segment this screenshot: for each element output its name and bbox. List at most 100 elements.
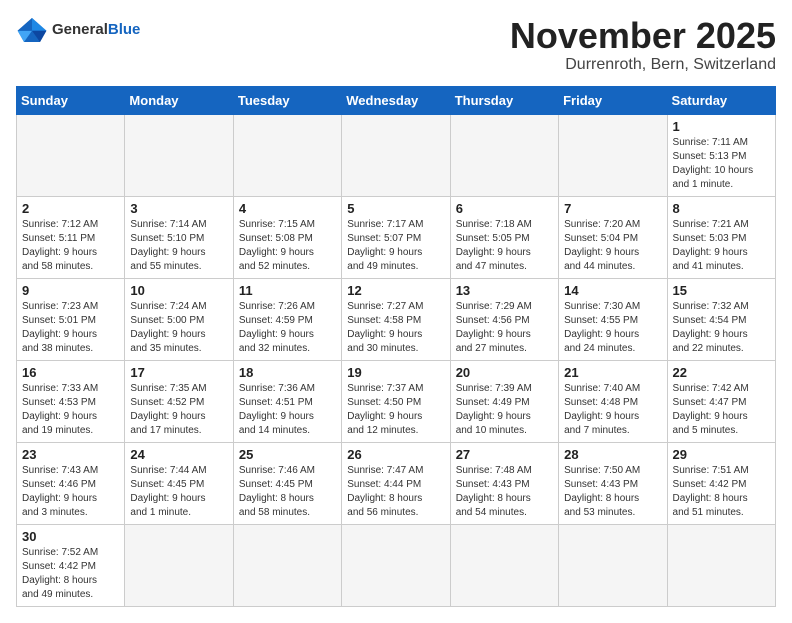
table-row: 9 Sunrise: 7:23 AMSunset: 5:01 PMDaylight… bbox=[17, 278, 125, 360]
table-row bbox=[559, 524, 667, 606]
day-number: 21 bbox=[564, 365, 661, 380]
day-info: Sunrise: 7:27 AMSunset: 4:58 PMDaylight:… bbox=[347, 300, 444, 356]
day-number: 27 bbox=[456, 447, 553, 462]
day-info: Sunrise: 7:50 AMSunset: 4:43 PMDaylight:… bbox=[564, 464, 661, 520]
table-row: 17 Sunrise: 7:35 AMSunset: 4:52 PMDayligh… bbox=[125, 360, 233, 442]
table-row bbox=[342, 114, 450, 196]
table-row: 16Sunrise: 7:33 AMSunset: 4:53 PMDayligh… bbox=[17, 360, 125, 442]
day-number: 23 bbox=[22, 447, 119, 462]
day-number: 24 bbox=[130, 447, 227, 462]
calendar-row: 1Sunrise: 7:11 AMSunset: 5:13 PMDaylight… bbox=[17, 114, 776, 196]
table-row: 3 Sunrise: 7:14 AMSunset: 5:10 PMDaylight… bbox=[125, 196, 233, 278]
day-number: 22 bbox=[673, 365, 770, 380]
day-info: Sunrise: 7:46 AMSunset: 4:45 PMDaylight:… bbox=[239, 464, 336, 520]
table-row: 22Sunrise: 7:42 AMSunset: 4:47 PMDayligh… bbox=[667, 360, 775, 442]
calendar-row: 30 Sunrise: 7:52 AMSunset: 4:42 PMDayligh… bbox=[17, 524, 776, 606]
table-row: 15 Sunrise: 7:32 AMSunset: 4:54 PMDayligh… bbox=[667, 278, 775, 360]
day-info: Sunrise: 7:51 AMSunset: 4:42 PMDaylight:… bbox=[673, 464, 770, 520]
table-row: 10Sunrise: 7:24 AMSunset: 5:00 PMDayligh… bbox=[125, 278, 233, 360]
table-row: 8 Sunrise: 7:21 AMSunset: 5:03 PMDaylight… bbox=[667, 196, 775, 278]
day-number: 19 bbox=[347, 365, 444, 380]
table-row: 2 Sunrise: 7:12 AMSunset: 5:11 PMDaylight… bbox=[17, 196, 125, 278]
day-number: 17 bbox=[130, 365, 227, 380]
table-row: 25 Sunrise: 7:46 AMSunset: 4:45 PMDayligh… bbox=[233, 442, 341, 524]
header-sunday: Sunday bbox=[17, 86, 125, 114]
logo: GeneralBlue bbox=[16, 16, 140, 44]
day-number: 13 bbox=[456, 283, 553, 298]
day-info: Sunrise: 7:18 AMSunset: 5:05 PMDaylight:… bbox=[456, 218, 553, 274]
day-info: Sunrise: 7:39 AMSunset: 4:49 PMDaylight:… bbox=[456, 382, 553, 438]
day-info: Sunrise: 7:35 AMSunset: 4:52 PMDaylight:… bbox=[130, 382, 227, 438]
day-info: Sunrise: 7:52 AMSunset: 4:42 PMDaylight:… bbox=[22, 546, 119, 602]
table-row bbox=[233, 114, 341, 196]
day-info: Sunrise: 7:36 AMSunset: 4:51 PMDaylight:… bbox=[239, 382, 336, 438]
table-row bbox=[233, 524, 341, 606]
day-info: Sunrise: 7:29 AMSunset: 4:56 PMDaylight:… bbox=[456, 300, 553, 356]
day-info: Sunrise: 7:40 AMSunset: 4:48 PMDaylight:… bbox=[564, 382, 661, 438]
day-number: 10 bbox=[130, 283, 227, 298]
day-info: Sunrise: 7:32 AMSunset: 4:54 PMDaylight:… bbox=[673, 300, 770, 356]
day-number: 20 bbox=[456, 365, 553, 380]
day-info: Sunrise: 7:26 AMSunset: 4:59 PMDaylight:… bbox=[239, 300, 336, 356]
day-info: Sunrise: 7:14 AMSunset: 5:10 PMDaylight:… bbox=[130, 218, 227, 274]
day-info: Sunrise: 7:47 AMSunset: 4:44 PMDaylight:… bbox=[347, 464, 444, 520]
calendar-row: 2 Sunrise: 7:12 AMSunset: 5:11 PMDaylight… bbox=[17, 196, 776, 278]
day-number: 3 bbox=[130, 201, 227, 216]
location-title: Durrenroth, Bern, Switzerland bbox=[510, 56, 776, 74]
title-section: November 2025 Durrenroth, Bern, Switzerl… bbox=[510, 16, 776, 74]
table-row bbox=[125, 114, 233, 196]
day-number: 7 bbox=[564, 201, 661, 216]
day-info: Sunrise: 7:23 AMSunset: 5:01 PMDaylight:… bbox=[22, 300, 119, 356]
day-number: 30 bbox=[22, 529, 119, 544]
table-row: 5Sunrise: 7:17 AMSunset: 5:07 PMDaylight… bbox=[342, 196, 450, 278]
header-thursday: Thursday bbox=[450, 86, 558, 114]
table-row: 30 Sunrise: 7:52 AMSunset: 4:42 PMDayligh… bbox=[17, 524, 125, 606]
table-row: 24Sunrise: 7:44 AMSunset: 4:45 PMDayligh… bbox=[125, 442, 233, 524]
table-row: 12Sunrise: 7:27 AMSunset: 4:58 PMDayligh… bbox=[342, 278, 450, 360]
table-row bbox=[450, 524, 558, 606]
logo-icon bbox=[16, 16, 48, 44]
day-number: 9 bbox=[22, 283, 119, 298]
calendar-table: Sunday Monday Tuesday Wednesday Thursday… bbox=[16, 86, 776, 607]
day-info: Sunrise: 7:37 AMSunset: 4:50 PMDaylight:… bbox=[347, 382, 444, 438]
table-row: 7Sunrise: 7:20 AMSunset: 5:04 PMDaylight… bbox=[559, 196, 667, 278]
day-info: Sunrise: 7:21 AMSunset: 5:03 PMDaylight:… bbox=[673, 218, 770, 274]
weekday-header-row: Sunday Monday Tuesday Wednesday Thursday… bbox=[17, 86, 776, 114]
table-row: 19 Sunrise: 7:37 AMSunset: 4:50 PMDayligh… bbox=[342, 360, 450, 442]
table-row: 29 Sunrise: 7:51 AMSunset: 4:42 PMDayligh… bbox=[667, 442, 775, 524]
logo-text: GeneralBlue bbox=[52, 22, 140, 39]
day-info: Sunrise: 7:30 AMSunset: 4:55 PMDaylight:… bbox=[564, 300, 661, 356]
day-info: Sunrise: 7:12 AMSunset: 5:11 PMDaylight:… bbox=[22, 218, 119, 274]
month-title: November 2025 bbox=[510, 16, 776, 56]
day-info: Sunrise: 7:48 AMSunset: 4:43 PMDaylight:… bbox=[456, 464, 553, 520]
table-row: 18 Sunrise: 7:36 AMSunset: 4:51 PMDayligh… bbox=[233, 360, 341, 442]
table-row: 13 Sunrise: 7:29 AMSunset: 4:56 PMDayligh… bbox=[450, 278, 558, 360]
table-row: 6 Sunrise: 7:18 AMSunset: 5:05 PMDaylight… bbox=[450, 196, 558, 278]
table-row: 21 Sunrise: 7:40 AMSunset: 4:48 PMDayligh… bbox=[559, 360, 667, 442]
table-row: 23 Sunrise: 7:43 AMSunset: 4:46 PMDayligh… bbox=[17, 442, 125, 524]
day-number: 28 bbox=[564, 447, 661, 462]
header-friday: Friday bbox=[559, 86, 667, 114]
calendar-row: 9 Sunrise: 7:23 AMSunset: 5:01 PMDaylight… bbox=[17, 278, 776, 360]
calendar-row: 16Sunrise: 7:33 AMSunset: 4:53 PMDayligh… bbox=[17, 360, 776, 442]
header-tuesday: Tuesday bbox=[233, 86, 341, 114]
day-number: 8 bbox=[673, 201, 770, 216]
day-number: 25 bbox=[239, 447, 336, 462]
day-number: 2 bbox=[22, 201, 119, 216]
day-number: 18 bbox=[239, 365, 336, 380]
table-row: 14 Sunrise: 7:30 AMSunset: 4:55 PMDayligh… bbox=[559, 278, 667, 360]
day-number: 15 bbox=[673, 283, 770, 298]
day-number: 14 bbox=[564, 283, 661, 298]
day-info: Sunrise: 7:17 AMSunset: 5:07 PMDaylight:… bbox=[347, 218, 444, 274]
day-number: 29 bbox=[673, 447, 770, 462]
table-row bbox=[450, 114, 558, 196]
table-row: 28 Sunrise: 7:50 AMSunset: 4:43 PMDayligh… bbox=[559, 442, 667, 524]
table-row: 1Sunrise: 7:11 AMSunset: 5:13 PMDaylight… bbox=[667, 114, 775, 196]
calendar-row: 23 Sunrise: 7:43 AMSunset: 4:46 PMDayligh… bbox=[17, 442, 776, 524]
day-info: Sunrise: 7:43 AMSunset: 4:46 PMDaylight:… bbox=[22, 464, 119, 520]
table-row bbox=[667, 524, 775, 606]
day-number: 1 bbox=[673, 119, 770, 134]
header-saturday: Saturday bbox=[667, 86, 775, 114]
day-number: 6 bbox=[456, 201, 553, 216]
table-row bbox=[559, 114, 667, 196]
